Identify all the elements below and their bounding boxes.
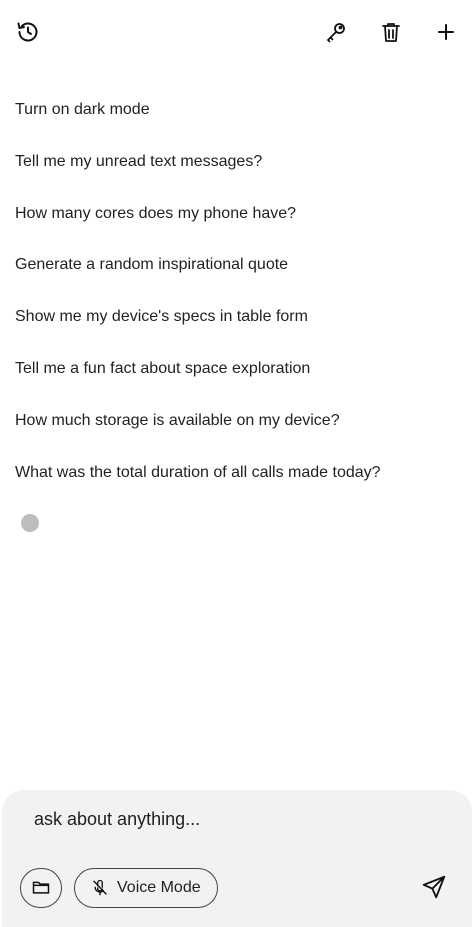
history-button[interactable]: [10, 14, 46, 50]
trash-icon: [379, 20, 403, 44]
key-icon: [324, 20, 348, 44]
suggestion-item[interactable]: Generate a random inspirational quote: [15, 251, 464, 303]
mic-off-icon: [91, 879, 109, 897]
send-icon: [421, 874, 447, 903]
suggestion-item[interactable]: What was the total duration of all calls…: [15, 459, 464, 511]
composer-panel: Voice Mode: [2, 790, 472, 927]
suggestion-item[interactable]: Tell me my unread text messages?: [15, 148, 464, 200]
clear-chat-button[interactable]: [373, 14, 409, 50]
suggestion-item[interactable]: Tell me a fun fact about space explorati…: [15, 355, 464, 407]
prompt-input[interactable]: [34, 806, 414, 832]
history-icon: [16, 20, 40, 44]
suggestion-item[interactable]: Turn on dark mode: [15, 96, 464, 148]
send-button[interactable]: [416, 870, 452, 906]
app-root: Turn on dark mode Tell me my unread text…: [0, 0, 474, 927]
plus-icon: [434, 20, 458, 44]
suggestion-item[interactable]: How many cores does my phone have?: [15, 200, 464, 252]
voice-mode-button[interactable]: Voice Mode: [74, 868, 218, 908]
attach-file-button[interactable]: [20, 868, 62, 908]
new-chat-button[interactable]: [428, 14, 464, 50]
suggestion-item[interactable]: How much storage is available on my devi…: [15, 407, 464, 459]
folder-icon: [31, 877, 51, 900]
voice-mode-label: Voice Mode: [117, 879, 201, 896]
suggestion-item[interactable]: Show me my device's specs in table form: [15, 303, 464, 355]
top-toolbar: [0, 14, 474, 50]
suggestion-list: Turn on dark mode Tell me my unread text…: [15, 96, 464, 510]
api-key-button[interactable]: [318, 14, 354, 50]
loading-indicator: [21, 514, 39, 532]
